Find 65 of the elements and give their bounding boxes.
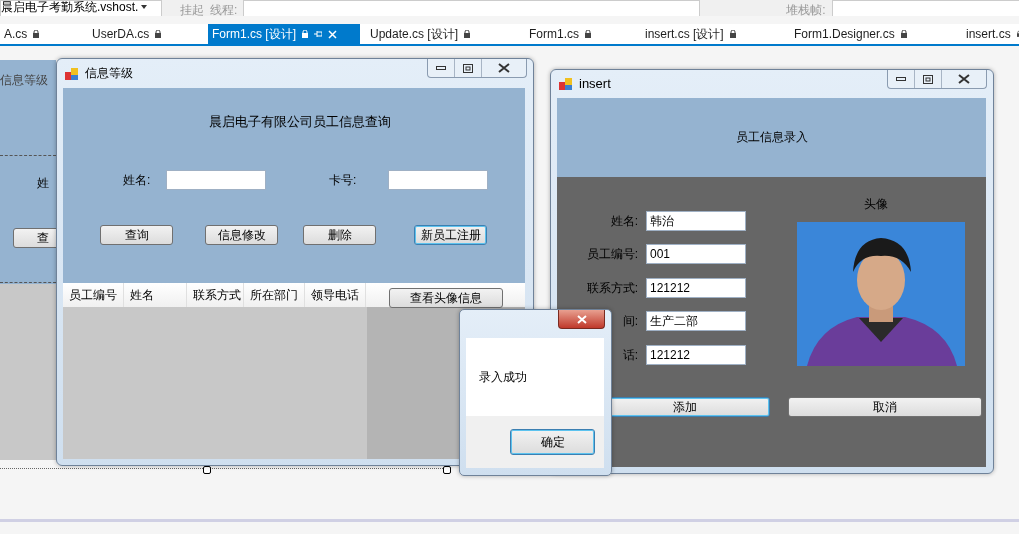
name-label: 姓 xyxy=(37,175,49,192)
column-header[interactable]: 所在部门 xyxy=(244,283,305,307)
close-icon xyxy=(958,74,970,84)
document-tab[interactable]: Form1.cs [设计] xyxy=(208,24,360,44)
restore-icon xyxy=(923,74,933,84)
close-icon xyxy=(498,63,510,73)
document-tab[interactable]: A.cs xyxy=(0,24,88,44)
lock-icon xyxy=(302,30,308,38)
document-tab[interactable]: Form1.Designer.cs xyxy=(790,24,962,44)
stack-frame-label: 堆栈帧: xyxy=(786,4,826,16)
form-button[interactable]: 删除 xyxy=(303,225,376,245)
field-label: 员工编号: xyxy=(586,246,638,263)
form-heading: 晨启电子有限公司员工信息查询 xyxy=(209,113,391,131)
restore-icon xyxy=(463,63,473,73)
lock-icon xyxy=(155,30,162,38)
field-label: 姓名: xyxy=(123,172,151,189)
minimize-icon xyxy=(436,65,446,71)
ok-button[interactable]: 确定 xyxy=(510,429,595,455)
view-photo-button[interactable]: 查看头像信息 xyxy=(389,288,503,308)
column-header[interactable]: 姓名 xyxy=(124,283,187,307)
close-button[interactable] xyxy=(558,310,605,329)
document-tab[interactable]: Form1.cs xyxy=(525,24,641,44)
window-title: 信息等级 xyxy=(0,72,48,89)
field-label: 卡号: xyxy=(329,172,357,189)
close-icon xyxy=(576,314,587,324)
form-button[interactable]: 查询 xyxy=(100,225,173,245)
form-icon xyxy=(65,66,79,81)
field-label: 话: xyxy=(622,347,638,364)
lock-icon xyxy=(900,30,907,38)
lock-icon xyxy=(33,30,40,38)
column-header[interactable]: 员工编号 xyxy=(63,283,124,307)
process-dropdown[interactable]: 晨启电子考勤系统.vshost. xyxy=(0,0,162,16)
form-heading: 员工信息录入 xyxy=(735,129,808,146)
lock-icon xyxy=(729,30,736,38)
field-label: 间: xyxy=(622,313,638,330)
column-header[interactable]: 领导电话 xyxy=(305,283,366,307)
field-label: 姓名: xyxy=(610,213,638,230)
input-field[interactable]: 001 xyxy=(646,244,746,264)
field-label: 联系方式: xyxy=(586,280,638,297)
lock-icon xyxy=(464,30,471,38)
column-header[interactable]: 联系方式 xyxy=(187,283,244,307)
input-field[interactable] xyxy=(166,170,266,190)
input-field[interactable]: 121212 xyxy=(646,278,746,298)
input-field[interactable]: 121212 xyxy=(646,345,746,365)
minimize-icon xyxy=(896,76,906,82)
input-field[interactable]: 韩治 xyxy=(646,211,746,231)
thread-label: 线程: xyxy=(210,4,238,16)
window-title: insert xyxy=(579,76,611,91)
document-tab[interactable]: Update.cs [设计] xyxy=(366,24,525,44)
input-field[interactable]: 生产二部 xyxy=(646,311,746,331)
message-text: 录入成功 xyxy=(479,368,527,386)
form-button[interactable]: 新员工注册 xyxy=(414,225,487,245)
close-icon xyxy=(328,29,337,39)
pin-icon xyxy=(314,30,322,38)
form-button[interactable]: 取消 xyxy=(788,397,982,417)
window-title: 信息等级 xyxy=(85,65,133,82)
document-tab[interactable]: insert.cs xyxy=(962,24,1019,44)
form-button[interactable]: 信息修改 xyxy=(205,225,278,245)
lock-icon xyxy=(585,30,591,38)
photo-label: 头像 xyxy=(864,196,888,213)
document-tab[interactable]: insert.cs [设计] xyxy=(641,24,790,44)
document-tab[interactable]: UserDA.cs xyxy=(88,24,208,44)
input-field[interactable] xyxy=(388,170,488,190)
form-icon xyxy=(559,76,573,91)
query-button[interactable]: 查 xyxy=(13,228,56,248)
